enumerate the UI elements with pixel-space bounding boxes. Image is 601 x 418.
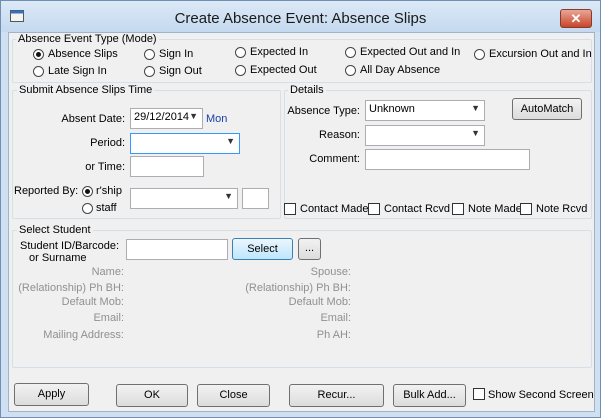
reported-by-staff-radio[interactable] <box>82 203 93 214</box>
close-button[interactable]: Close <box>197 384 270 407</box>
spouse-field-label: Spouse: <box>310 266 351 278</box>
mode-radio-late-sign-in[interactable] <box>33 66 44 77</box>
reported-by-label: Reported By: <box>14 185 79 197</box>
browse-student-button[interactable]: ... <box>298 238 321 260</box>
reported-by-staff-label[interactable]: staff <box>96 202 117 214</box>
show-second-screen-label[interactable]: Show Second Screen <box>488 389 594 401</box>
details-legend: Details <box>288 84 326 96</box>
window-title: Create Absence Event: Absence Slips <box>174 10 427 27</box>
ok-button[interactable]: OK <box>116 384 188 407</box>
select-student-legend: Select Student <box>17 224 93 236</box>
mode-label-late-sign-in[interactable]: Late Sign In <box>48 65 107 77</box>
mode-radio-expected-out[interactable] <box>235 65 246 76</box>
note-rcvd-label[interactable]: Note Rcvd <box>536 203 587 215</box>
chevron-down-icon: ▼ <box>471 128 480 138</box>
chevron-down-icon: ▼ <box>226 136 235 146</box>
note-made-checkbox[interactable] <box>452 203 464 215</box>
mode-radio-excursion-out-and-in[interactable] <box>474 49 485 60</box>
reported-by-relationship-radio[interactable] <box>82 186 93 197</box>
email-field-label: Email: <box>93 312 124 324</box>
dialog-window: Create Absence Event: Absence Slips ✕ Ab… <box>0 0 601 418</box>
reported-by-relationship-label[interactable]: r'ship <box>96 185 122 197</box>
reason-label: Reason: <box>319 129 360 141</box>
title-bar[interactable]: Create Absence Event: Absence Slips ✕ <box>1 1 600 32</box>
or-time-label: or Time: <box>85 161 125 173</box>
mode-label-absence-slips[interactable]: Absence Slips <box>48 48 118 60</box>
time-input[interactable] <box>130 156 204 177</box>
mode-radio-sign-out[interactable] <box>144 66 155 77</box>
absent-date-label: Absent Date: <box>61 113 125 125</box>
contact-made-label[interactable]: Contact Made <box>300 203 368 215</box>
student-id-label: Student ID/Barcode: <box>20 240 120 252</box>
note-rcvd-checkbox[interactable] <box>520 203 532 215</box>
absent-date-value: 29/12/2014 <box>134 111 190 123</box>
period-dropdown[interactable]: ▼ <box>130 133 240 154</box>
relationship-ph-bh-field-label: (Relationship) Ph BH: <box>18 282 124 294</box>
contact-rcvd-label[interactable]: Contact Rcvd <box>384 203 450 215</box>
show-second-screen-checkbox[interactable] <box>473 388 485 400</box>
mode-radio-all-day-absence[interactable] <box>345 65 356 76</box>
spouse-email-field-label: Email: <box>320 312 351 324</box>
mailing-address-field-label: Mailing Address: <box>43 329 124 341</box>
automatch-button[interactable]: AutoMatch <box>512 98 582 120</box>
dialog-client-area: Absence Event Type (Mode) Absence Slips … <box>8 32 595 412</box>
student-id-input[interactable] <box>126 239 228 260</box>
note-made-label[interactable]: Note Made <box>468 203 522 215</box>
comment-input[interactable] <box>365 149 530 170</box>
spouse-relationship-ph-bh-field-label: (Relationship) Ph BH: <box>245 282 351 294</box>
absent-date-picker[interactable]: 29/12/2014 ▼ <box>130 108 203 129</box>
reason-dropdown[interactable]: ▼ <box>365 125 485 146</box>
day-of-week-label: Mon <box>206 113 228 125</box>
mode-label-expected-in[interactable]: Expected In <box>250 46 308 58</box>
reporter-dropdown[interactable]: ▼ <box>130 188 238 209</box>
chevron-down-icon: ▼ <box>471 103 480 113</box>
mode-radio-absence-slips[interactable] <box>33 49 44 60</box>
mode-label-expected-out[interactable]: Expected Out <box>250 64 317 76</box>
apply-button[interactable]: Apply <box>14 383 89 406</box>
contact-rcvd-checkbox[interactable] <box>368 203 380 215</box>
absence-type-label: Absence Type: <box>287 105 360 117</box>
contact-made-checkbox[interactable] <box>284 203 296 215</box>
reporter-extra-input[interactable] <box>242 188 269 209</box>
default-mob-field-label: Default Mob: <box>61 296 124 308</box>
student-surname-label: or Surname <box>29 252 87 264</box>
mode-label-sign-out[interactable]: Sign Out <box>159 65 202 77</box>
bulk-add-button[interactable]: Bulk Add... <box>393 384 466 407</box>
spouse-default-mob-field-label: Default Mob: <box>288 296 351 308</box>
mode-label-sign-in[interactable]: Sign In <box>159 48 193 60</box>
mode-label-expected-out-and-in[interactable]: Expected Out and In <box>360 46 460 58</box>
chevron-down-icon: ▼ <box>189 111 198 121</box>
ph-ah-field-label: Ph AH: <box>316 329 351 341</box>
comment-label: Comment: <box>309 153 360 165</box>
recur-button[interactable]: Recur... <box>289 384 384 407</box>
mode-radio-expected-out-and-in[interactable] <box>345 47 356 58</box>
close-window-button[interactable]: ✕ <box>560 9 592 28</box>
select-student-button[interactable]: Select <box>232 238 293 260</box>
mode-radio-sign-in[interactable] <box>144 49 155 60</box>
name-field-label: Name: <box>91 266 124 278</box>
absence-type-value: Unknown <box>369 103 415 115</box>
mode-label-all-day-absence[interactable]: All Day Absence <box>360 64 440 76</box>
chevron-down-icon: ▼ <box>224 191 233 201</box>
submit-time-legend: Submit Absence Slips Time <box>17 84 155 96</box>
mode-radio-expected-in[interactable] <box>235 47 246 58</box>
absence-type-dropdown[interactable]: Unknown ▼ <box>365 100 485 121</box>
mode-group-legend: Absence Event Type (Mode) <box>16 33 159 45</box>
mode-label-excursion-out-and-in[interactable]: Excursion Out and In <box>489 48 592 60</box>
period-label: Period: <box>90 137 125 149</box>
